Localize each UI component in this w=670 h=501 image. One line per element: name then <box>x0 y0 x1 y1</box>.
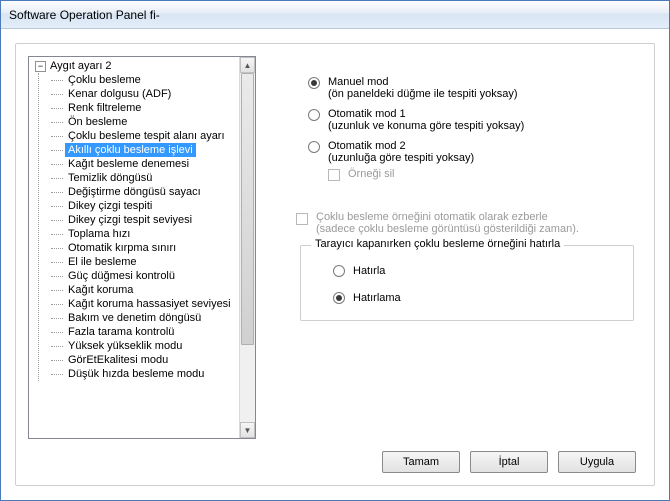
radio-icon[interactable] <box>333 265 345 277</box>
auto-memorize-label: Çoklu besleme örneğini otomatik olarak e… <box>316 211 579 223</box>
tree-item[interactable]: Toplama hızı <box>49 227 239 241</box>
tree-item[interactable]: Güç düğmesi kontrolü <box>49 269 239 283</box>
tree-item-label: Otomatik kırpma sınırı <box>65 241 179 255</box>
tree-item[interactable]: Çoklu besleme tespit alanı ayarı <box>49 129 239 143</box>
mode-auto2-label: Otomatik mod 2 <box>328 140 474 152</box>
dialog-buttons: Tamam İptal Uygula <box>382 451 636 473</box>
tree-item[interactable]: El ile besleme <box>49 255 239 269</box>
cancel-button[interactable]: İptal <box>470 451 548 473</box>
window-title: Software Operation Panel fi- <box>9 8 160 22</box>
auto-memorize-sub: (sadece çoklu besleme görüntüsü gösteril… <box>316 223 579 235</box>
tree-parent-device-settings-2[interactable]: − Aygıt ayarı 2 <box>33 59 239 73</box>
tree-item[interactable]: Düşük hızda besleme modu <box>49 367 239 381</box>
mode-manual-label: Manuel mod <box>328 76 518 88</box>
tree-item[interactable]: Fazla tarama kontrolü <box>49 325 239 339</box>
tree-item-label: Kağıt besleme denemesi <box>65 157 192 171</box>
tree-children: Çoklu beslemeKenar dolgusu (ADF)Renk fil… <box>38 73 239 381</box>
remember-legend: Tarayıcı kapanırken çoklu besleme örneği… <box>311 238 564 250</box>
collapse-icon[interactable]: − <box>35 61 46 72</box>
tree-item[interactable]: Dikey çizgi tespit seviyesi <box>49 213 239 227</box>
tree-item-label: Kağıt koruma <box>65 283 136 297</box>
mode-auto1-row[interactable]: Otomatik mod 1 (uzunluk ve konuma göre t… <box>280 108 642 132</box>
tree-item-label: Kenar dolgusu (ADF) <box>65 87 174 101</box>
settings-panel: Manuel mod (ön paneldeki düğme ile tespi… <box>280 56 642 439</box>
tree-item[interactable]: Renk filtreleme <box>49 101 239 115</box>
tree-item-label: Fazla tarama kontrolü <box>65 325 177 339</box>
mode-auto2-sub: (uzunluğa göre tespiti yoksay) <box>328 152 474 164</box>
tree-item-label: Ön besleme <box>65 115 130 129</box>
remember-fieldset: Tarayıcı kapanırken çoklu besleme örneği… <box>300 245 634 321</box>
tree-item-label: Çoklu besleme tespit alanı ayarı <box>65 129 228 143</box>
tree-item[interactable]: Ön besleme <box>49 115 239 129</box>
tree-item-label: Bakım ve denetim döngüsü <box>65 311 204 325</box>
tree-item[interactable]: Temizlik döngüsü <box>49 171 239 185</box>
remember-yes-label: Hatırla <box>353 265 385 277</box>
tree-item[interactable]: Dikey çizgi tespiti <box>49 199 239 213</box>
tree-item[interactable]: Çoklu besleme <box>49 73 239 87</box>
titlebar[interactable]: Software Operation Panel fi- <box>1 1 669 29</box>
mode-auto1-label: Otomatik mod 1 <box>328 108 524 120</box>
remember-yes-row[interactable]: Hatırla <box>313 260 621 281</box>
tree-item[interactable]: Kenar dolgusu (ADF) <box>49 87 239 101</box>
tree-scrollbar[interactable]: ▲ ▼ <box>239 57 255 438</box>
tree-item-label: Dikey çizgi tespit seviyesi <box>65 213 195 227</box>
apply-button[interactable]: Uygula <box>558 451 636 473</box>
tree-item-label: Akıllı çoklu besleme işlevi <box>65 143 196 157</box>
client-area: − Aygıt ayarı 2 Çoklu beslemeKenar dolgu… <box>1 29 669 500</box>
clear-sample-label: Örneği sil <box>348 168 394 180</box>
tree-item[interactable]: Kağıt koruma <box>49 283 239 297</box>
checkbox-icon <box>296 213 308 225</box>
radio-icon[interactable] <box>308 77 320 89</box>
tree-item[interactable]: Kağıt besleme denemesi <box>49 157 239 171</box>
tree-item-label: Toplama hızı <box>65 227 133 241</box>
tree-item-label: Yüksek yükseklik modu <box>65 339 185 353</box>
tree-item-label: Düşük hızda besleme modu <box>65 367 207 381</box>
tree-item-label: Değiştirme döngüsü sayacı <box>65 185 204 199</box>
tree-item[interactable]: Değiştirme döngüsü sayacı <box>49 185 239 199</box>
mode-auto1-sub: (uzunluk ve konuma göre tespiti yoksay) <box>328 120 524 132</box>
tree-item[interactable]: Yüksek yükseklik modu <box>49 339 239 353</box>
settings-tree: − Aygıt ayarı 2 Çoklu beslemeKenar dolgu… <box>28 56 256 439</box>
app-window: Software Operation Panel fi- − Aygıt aya… <box>0 0 670 501</box>
tree-item-label: Çoklu besleme <box>65 73 144 87</box>
tree-item[interactable]: Otomatik kırpma sınırı <box>49 241 239 255</box>
tree-item[interactable]: GörEtEkalitesi modu <box>49 353 239 367</box>
inner-frame: − Aygıt ayarı 2 Çoklu beslemeKenar dolgu… <box>15 43 655 486</box>
radio-icon[interactable] <box>308 109 320 121</box>
tree-item[interactable]: Kağıt koruma hassasiyet seviyesi <box>49 297 239 311</box>
mode-manual-sub: (ön paneldeki düğme ile tespiti yoksay) <box>328 88 518 100</box>
tree-item[interactable]: Bakım ve denetim döngüsü <box>49 311 239 325</box>
scroll-track[interactable] <box>240 73 255 422</box>
mode-manual-row[interactable]: Manuel mod (ön paneldeki düğme ile tespi… <box>280 76 642 100</box>
tree-parent-label: Aygıt ayarı 2 <box>50 60 112 72</box>
radio-icon[interactable] <box>308 141 320 153</box>
scroll-thumb[interactable] <box>241 73 254 345</box>
remember-no-label: Hatırlama <box>353 292 401 304</box>
tree-item-label: El ile besleme <box>65 255 139 269</box>
remember-no-row[interactable]: Hatırlama <box>313 287 621 308</box>
tree-item-label: Dikey çizgi tespiti <box>65 199 155 213</box>
tree-item-label: Renk filtreleme <box>65 101 144 115</box>
scroll-down-icon[interactable]: ▼ <box>240 422 255 438</box>
mode-auto2-row[interactable]: Otomatik mod 2 (uzunluğa göre tespiti yo… <box>280 140 642 164</box>
tree-item[interactable]: Akıllı çoklu besleme işlevi <box>49 143 239 157</box>
tree-item-label: Temizlik döngüsü <box>65 171 155 185</box>
auto-memorize-row: Çoklu besleme örneğini otomatik olarak e… <box>280 211 642 235</box>
scroll-up-icon[interactable]: ▲ <box>240 57 255 73</box>
tree-item-label: GörEtEkalitesi modu <box>65 353 171 367</box>
tree-scroll: − Aygıt ayarı 2 Çoklu beslemeKenar dolgu… <box>29 57 239 438</box>
ok-button[interactable]: Tamam <box>382 451 460 473</box>
clear-sample-row: Örneği sil <box>280 168 642 181</box>
radio-icon[interactable] <box>333 292 345 304</box>
tree-item-label: Güç düğmesi kontrolü <box>65 269 178 283</box>
checkbox-icon <box>328 169 340 181</box>
tree-item-label: Kağıt koruma hassasiyet seviyesi <box>65 297 234 311</box>
content-area: − Aygıt ayarı 2 Çoklu beslemeKenar dolgu… <box>28 56 642 439</box>
